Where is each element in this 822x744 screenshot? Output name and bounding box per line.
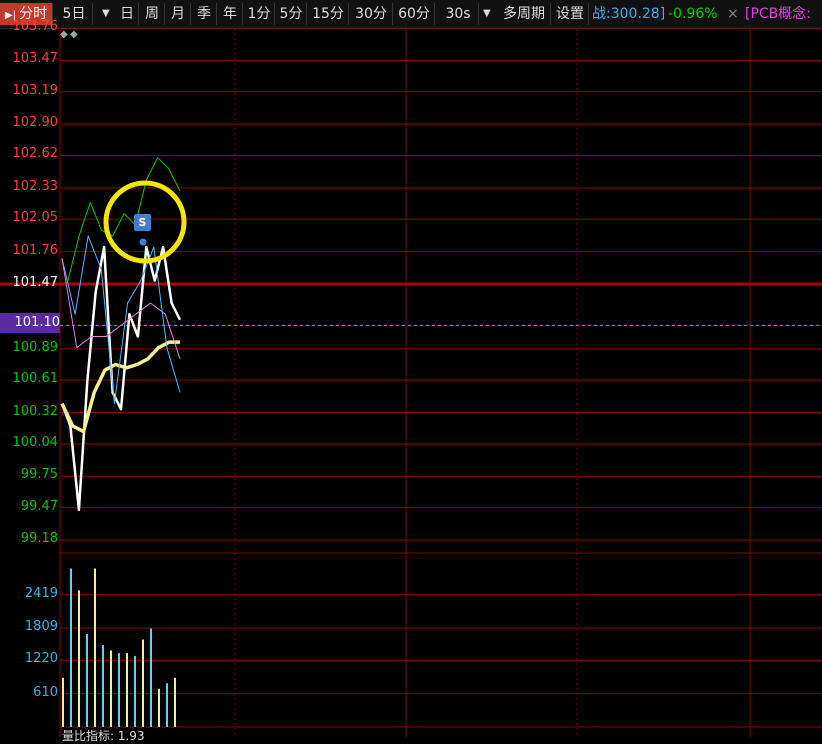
- volume-tick-label: 2419: [24, 585, 58, 601]
- price-tick-label: 101.76: [12, 242, 59, 258]
- price-tick-label: 100.04: [12, 434, 59, 450]
- diamond-icon: ◆: [60, 29, 68, 40]
- price-tick-label: 103.47: [12, 51, 59, 67]
- volume-ratio-label: 量比指标: 1.93: [62, 729, 145, 743]
- intraday-chart: [0, 27, 822, 737]
- volume-tick-label: 610: [33, 684, 58, 700]
- price-tick-label: 102.33: [12, 178, 59, 194]
- price-tick-label: 103.19: [12, 82, 59, 98]
- marker-dot: [139, 238, 147, 246]
- price-series-line: [61, 235, 181, 405]
- price-tick-label: 103.76: [12, 19, 59, 34]
- volume-tick-label: 1220: [24, 651, 58, 667]
- price-tick-label: 102.05: [12, 210, 59, 226]
- volume-tick-label: 1809: [24, 619, 58, 635]
- price-tick-label: 101.47: [12, 275, 59, 290]
- price-tick-label: 99.18: [20, 531, 58, 546]
- diamond-icon: ◆: [70, 29, 78, 40]
- price-tick-label: 100.89: [12, 339, 59, 355]
- price-tick-label: 102.90: [12, 115, 59, 131]
- price-tick-label: 100.32: [12, 403, 59, 419]
- price-tick-label: 102.62: [12, 146, 59, 162]
- price-tick-label: 100.61: [12, 371, 59, 387]
- price-tick-label: 99.75: [20, 467, 58, 483]
- signal-marker[interactable]: S: [134, 214, 151, 231]
- price-tick-label: 99.47: [20, 498, 58, 514]
- current-price-tag: 101.10: [0, 313, 60, 333]
